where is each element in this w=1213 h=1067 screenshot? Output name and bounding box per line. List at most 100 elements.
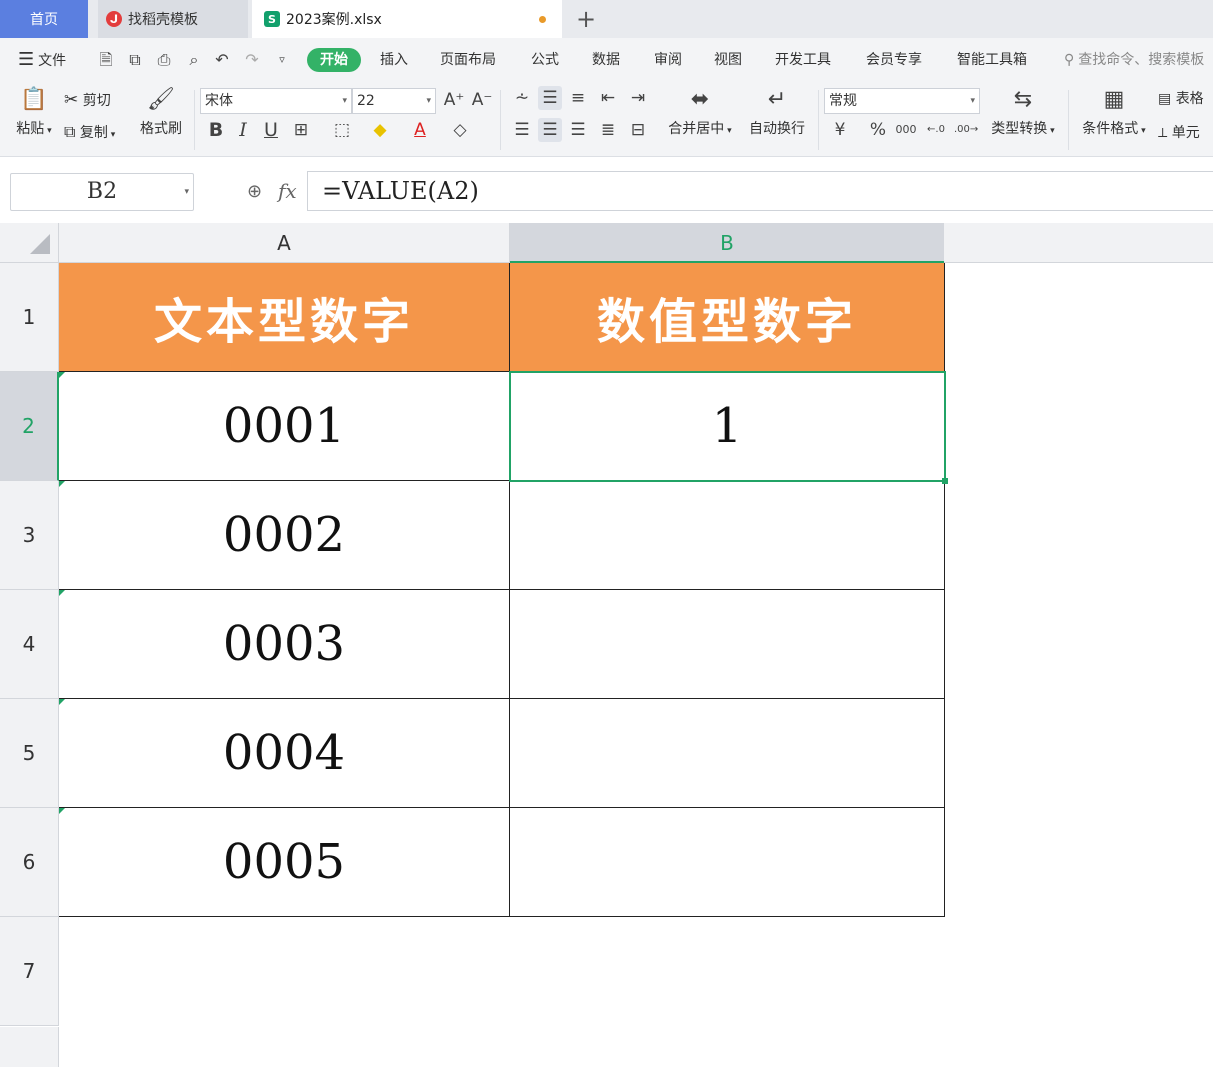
text-number-indicator <box>59 481 65 487</box>
cell-a5[interactable]: 0004 <box>59 699 510 808</box>
borders-icon[interactable]: ⊞ <box>289 118 313 142</box>
export-pdf-icon[interactable]: ⧉ <box>125 50 145 70</box>
add-tab-button[interactable]: + <box>574 4 598 34</box>
font-color-icon[interactable]: A <box>408 118 432 142</box>
distributed-align-icon[interactable]: ⊟ <box>626 118 650 142</box>
row-header-2[interactable]: 2 <box>0 372 59 481</box>
wrap-text-button[interactable]: ↵ 自动换行 <box>746 86 808 138</box>
paste-label: 粘贴 <box>16 121 45 137</box>
cell-style-button[interactable]: ⟂ 单元 <box>1158 122 1200 142</box>
chevron-down-icon: ▾ <box>184 187 189 197</box>
cell-a4[interactable]: 0003 <box>59 590 510 699</box>
copy-button[interactable]: ⧉ 复制 ▾ <box>64 122 115 142</box>
fx-icon[interactable]: fx <box>278 179 297 203</box>
cut-button[interactable]: ✂ 剪切 <box>64 90 111 110</box>
menu-insert[interactable]: 插入 <box>380 38 408 82</box>
row-header-3[interactable]: 3 <box>0 481 59 590</box>
row-header-7[interactable]: 7 <box>0 917 59 1026</box>
menu-page-layout[interactable]: 页面布局 <box>440 38 496 82</box>
menu-formulas[interactable]: 公式 <box>531 38 559 82</box>
menu-start[interactable]: 开始 <box>307 48 361 72</box>
decrease-indent-icon[interactable]: ⇤ <box>596 86 620 110</box>
decrease-font-icon[interactable]: A⁻ <box>470 88 494 112</box>
cell-a6[interactable]: 0005 <box>59 808 510 917</box>
align-left-icon[interactable]: ☰ <box>510 118 534 142</box>
cell-a1[interactable]: 文本型数字 <box>59 263 510 372</box>
row-header-1[interactable]: 1 <box>0 263 59 372</box>
justify-icon[interactable]: ≣ <box>596 118 620 142</box>
row-header-5[interactable]: 5 <box>0 699 59 808</box>
formula-input[interactable]: =VALUE(A2) <box>307 171 1213 211</box>
wrap-text-label: 自动换行 <box>749 121 805 137</box>
command-search-input[interactable]: ⚲ 查找命令、搜索模板 <box>1064 38 1204 82</box>
menu-data[interactable]: 数据 <box>592 38 620 82</box>
row-header-6[interactable]: 6 <box>0 808 59 917</box>
fill-handle[interactable] <box>942 478 948 484</box>
hamburger-icon: ☰ <box>18 49 35 70</box>
tab-template[interactable]: ᒍ 找稻壳模板 <box>98 0 248 38</box>
column-header-b[interactable]: B <box>510 223 945 263</box>
bold-icon[interactable]: B <box>204 118 228 142</box>
merge-cells-icon: ⬌ <box>690 87 710 112</box>
tab-file-label: 2023案例.xlsx <box>286 12 382 28</box>
tab-home[interactable]: 首页 <box>0 0 88 38</box>
column-header-a[interactable]: A <box>59 223 510 263</box>
undo-icon[interactable]: ↶ <box>212 50 232 70</box>
underline-icon[interactable]: U <box>259 118 283 142</box>
cell-a3[interactable]: 0002 <box>59 481 510 590</box>
redo-icon[interactable]: ↷ <box>242 50 262 70</box>
number-format-dropdown[interactable]: 常规 ▾ <box>824 88 980 114</box>
menu-developer[interactable]: 开发工具 <box>775 38 831 82</box>
tab-file[interactable]: S 2023案例.xlsx <box>252 0 562 38</box>
cell-a5-text: 0004 <box>222 725 346 781</box>
menu-review[interactable]: 审阅 <box>654 38 682 82</box>
number-format-value: 常规 <box>829 93 857 109</box>
fill-color-icon[interactable]: ◆ <box>368 118 392 142</box>
save-icon[interactable]: 🗎 <box>96 50 116 70</box>
zoom-icon[interactable]: ⊕ <box>247 181 269 203</box>
thousands-separator-icon[interactable]: 000 <box>894 118 918 142</box>
cell-b3[interactable] <box>510 481 945 590</box>
print-preview-icon[interactable]: ⌕ <box>184 50 204 70</box>
menu-bar: ☰ 文件 🗎 ⧉ ⎙ ⌕ ↶ ↷ ▿ 开始 插入 页面布局 公式 数据 审阅 视图… <box>0 38 1213 82</box>
increase-decimal-icon[interactable]: ←.0 <box>924 118 948 142</box>
cell-b6[interactable] <box>510 808 945 917</box>
cell-a2[interactable]: 0001 <box>59 372 510 481</box>
cell-b5[interactable] <box>510 699 945 808</box>
format-painter-button[interactable]: 🖌 格式刷 <box>136 86 186 138</box>
clear-format-icon[interactable]: ◇ <box>448 118 472 142</box>
align-top-icon[interactable]: ⩪ <box>510 86 534 110</box>
conditional-format-button[interactable]: ▦ 条件格式 ▾ <box>1078 86 1150 138</box>
table-style-button[interactable]: ▤ 表格 <box>1158 88 1204 108</box>
percent-icon[interactable]: % <box>866 118 890 142</box>
font-size-dropdown[interactable]: 22 ▾ <box>352 88 436 114</box>
increase-indent-icon[interactable]: ⇥ <box>626 86 650 110</box>
file-menu-button[interactable]: ☰ 文件 <box>18 38 66 82</box>
align-center-icon[interactable]: ☰ <box>538 118 562 142</box>
cell-b1[interactable]: 数值型数字 <box>510 263 945 372</box>
merge-center-button[interactable]: ⬌ 合并居中 ▾ <box>664 86 736 138</box>
type-convert-button[interactable]: ⇆ 类型转换 ▾ <box>988 86 1058 138</box>
font-name-dropdown[interactable]: 宋体 ▾ <box>200 88 352 114</box>
decrease-decimal-icon[interactable]: .00→ <box>954 118 978 142</box>
name-box[interactable]: B2 ▾ <box>10 173 194 211</box>
align-right-icon[interactable]: ☰ <box>566 118 590 142</box>
cell-shading-icon[interactable]: ⬚ <box>330 118 354 142</box>
print-icon[interactable]: ⎙ <box>154 50 174 70</box>
align-bottom-icon[interactable]: ≡ <box>566 86 590 110</box>
cell-b2[interactable]: 1 <box>510 372 945 481</box>
select-all-button[interactable] <box>0 223 59 263</box>
currency-icon[interactable]: ¥ <box>828 118 852 142</box>
align-middle-icon[interactable]: ☰ <box>538 86 562 110</box>
menu-view[interactable]: 视图 <box>714 38 742 82</box>
row-header-4[interactable]: 4 <box>0 590 59 699</box>
spreadsheet-grid: A B 1 2 3 4 5 6 7 文本型数字 数值型数字 0001 1 000… <box>0 223 1213 1067</box>
paste-button[interactable]: 📋 粘贴 ▾ <box>12 86 56 138</box>
menu-member[interactable]: 会员专享 <box>866 38 922 82</box>
increase-font-icon[interactable]: A⁺ <box>442 88 466 112</box>
customize-quick-access-icon[interactable]: ▿ <box>272 50 292 70</box>
menu-smart-toolbox[interactable]: 智能工具箱 <box>957 38 1027 82</box>
cell-b4[interactable] <box>510 590 945 699</box>
italic-icon[interactable]: I <box>231 118 255 142</box>
cell-style-icon: ⟂ <box>1158 125 1168 141</box>
